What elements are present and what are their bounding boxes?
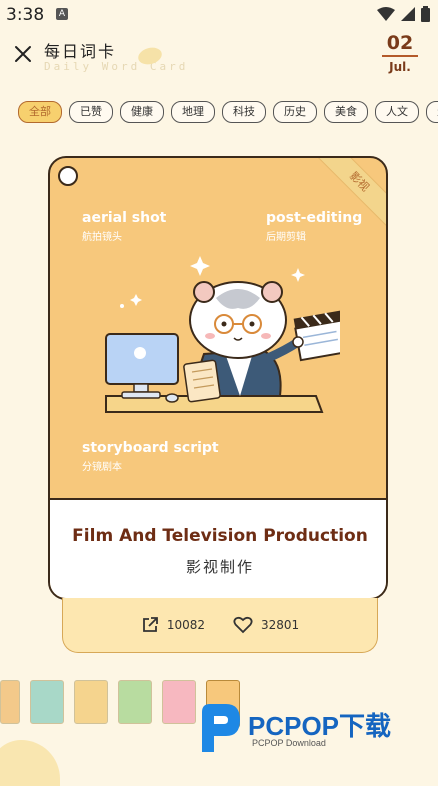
share-icon bbox=[142, 617, 158, 632]
thumbnail-card[interactable] bbox=[74, 680, 108, 724]
app-notification-icon: A bbox=[56, 8, 68, 20]
term-cn: 分镜剧本 bbox=[82, 462, 122, 473]
term-aerial-shot: aerial shot 航拍镜头 bbox=[82, 210, 166, 243]
share-button[interactable]: 10082 bbox=[141, 616, 205, 634]
thumbnail-card[interactable] bbox=[118, 680, 152, 724]
tab-health[interactable]: 健康 bbox=[120, 101, 164, 123]
term-en: aerial shot bbox=[82, 210, 167, 226]
term-cn: 后期剪辑 bbox=[266, 232, 306, 243]
term-post-editing: post-editing 后期剪辑 bbox=[266, 210, 362, 243]
tab-technology[interactable]: 科技 bbox=[222, 101, 266, 123]
watermark-subtitle: PCPOP Download bbox=[252, 738, 326, 748]
decoration-blob bbox=[0, 740, 60, 786]
status-icons bbox=[377, 6, 430, 22]
word-card[interactable]: 影视 aerial shot 航拍镜头 post-editing 后期剪辑 st… bbox=[48, 156, 388, 600]
date-divider bbox=[382, 55, 418, 57]
like-count: 32801 bbox=[261, 618, 300, 632]
tab-liked[interactable]: 已赞 bbox=[69, 101, 113, 123]
tab-all[interactable]: 全部 bbox=[18, 101, 62, 123]
thumbnail-card[interactable] bbox=[30, 680, 64, 724]
status-bar: 3:38 A bbox=[0, 0, 438, 30]
term-en: post-editing bbox=[266, 210, 363, 226]
page-subtitle: Daily Word Card bbox=[44, 60, 189, 73]
close-icon[interactable] bbox=[12, 43, 34, 65]
tab-history[interactable]: 历史 bbox=[273, 101, 317, 123]
pcpop-logo-icon bbox=[202, 704, 240, 752]
wifi-icon bbox=[377, 7, 395, 21]
battery-icon bbox=[421, 6, 430, 22]
signal-icon bbox=[401, 7, 415, 21]
category-tabs: 全部 已赞 健康 地理 科技 历史 美食 人文 生 bbox=[18, 101, 438, 123]
card-bottom: Film And Television Production 影视制作 bbox=[50, 498, 386, 598]
like-button[interactable]: 32801 bbox=[233, 616, 299, 634]
tab-geography[interactable]: 地理 bbox=[171, 101, 215, 123]
date-display: 02 Jul. bbox=[382, 32, 418, 74]
watermark-logo: PCPOP下载 PCPOP Download bbox=[196, 698, 436, 758]
term-storyboard: storyboard script 分镜剧本 bbox=[82, 440, 219, 473]
heart-icon bbox=[233, 616, 253, 634]
date-month: Jul. bbox=[389, 60, 411, 74]
date-day: 02 bbox=[386, 32, 414, 54]
card-stats: 10082 32801 bbox=[62, 598, 378, 653]
thumbnail-card[interactable] bbox=[162, 680, 196, 724]
tab-life[interactable]: 生 bbox=[426, 101, 438, 123]
hamster-illustration bbox=[105, 256, 340, 413]
tab-food[interactable]: 美食 bbox=[324, 101, 368, 123]
page-title: 每日词卡 bbox=[44, 42, 117, 61]
share-count: 10082 bbox=[166, 618, 205, 632]
card-title-en: Film And Television Production bbox=[72, 526, 368, 546]
term-cn: 航拍镜头 bbox=[82, 232, 122, 243]
header: 每日词卡 Daily Word Card 02 Jul. bbox=[0, 30, 438, 90]
card-hole bbox=[58, 166, 78, 186]
tab-humanities[interactable]: 人文 bbox=[375, 101, 419, 123]
thumbnail-card[interactable] bbox=[0, 680, 20, 724]
term-en: storyboard script bbox=[82, 440, 219, 456]
status-time: 3:38 bbox=[6, 5, 45, 25]
card-title-cn: 影视制作 bbox=[185, 558, 254, 576]
